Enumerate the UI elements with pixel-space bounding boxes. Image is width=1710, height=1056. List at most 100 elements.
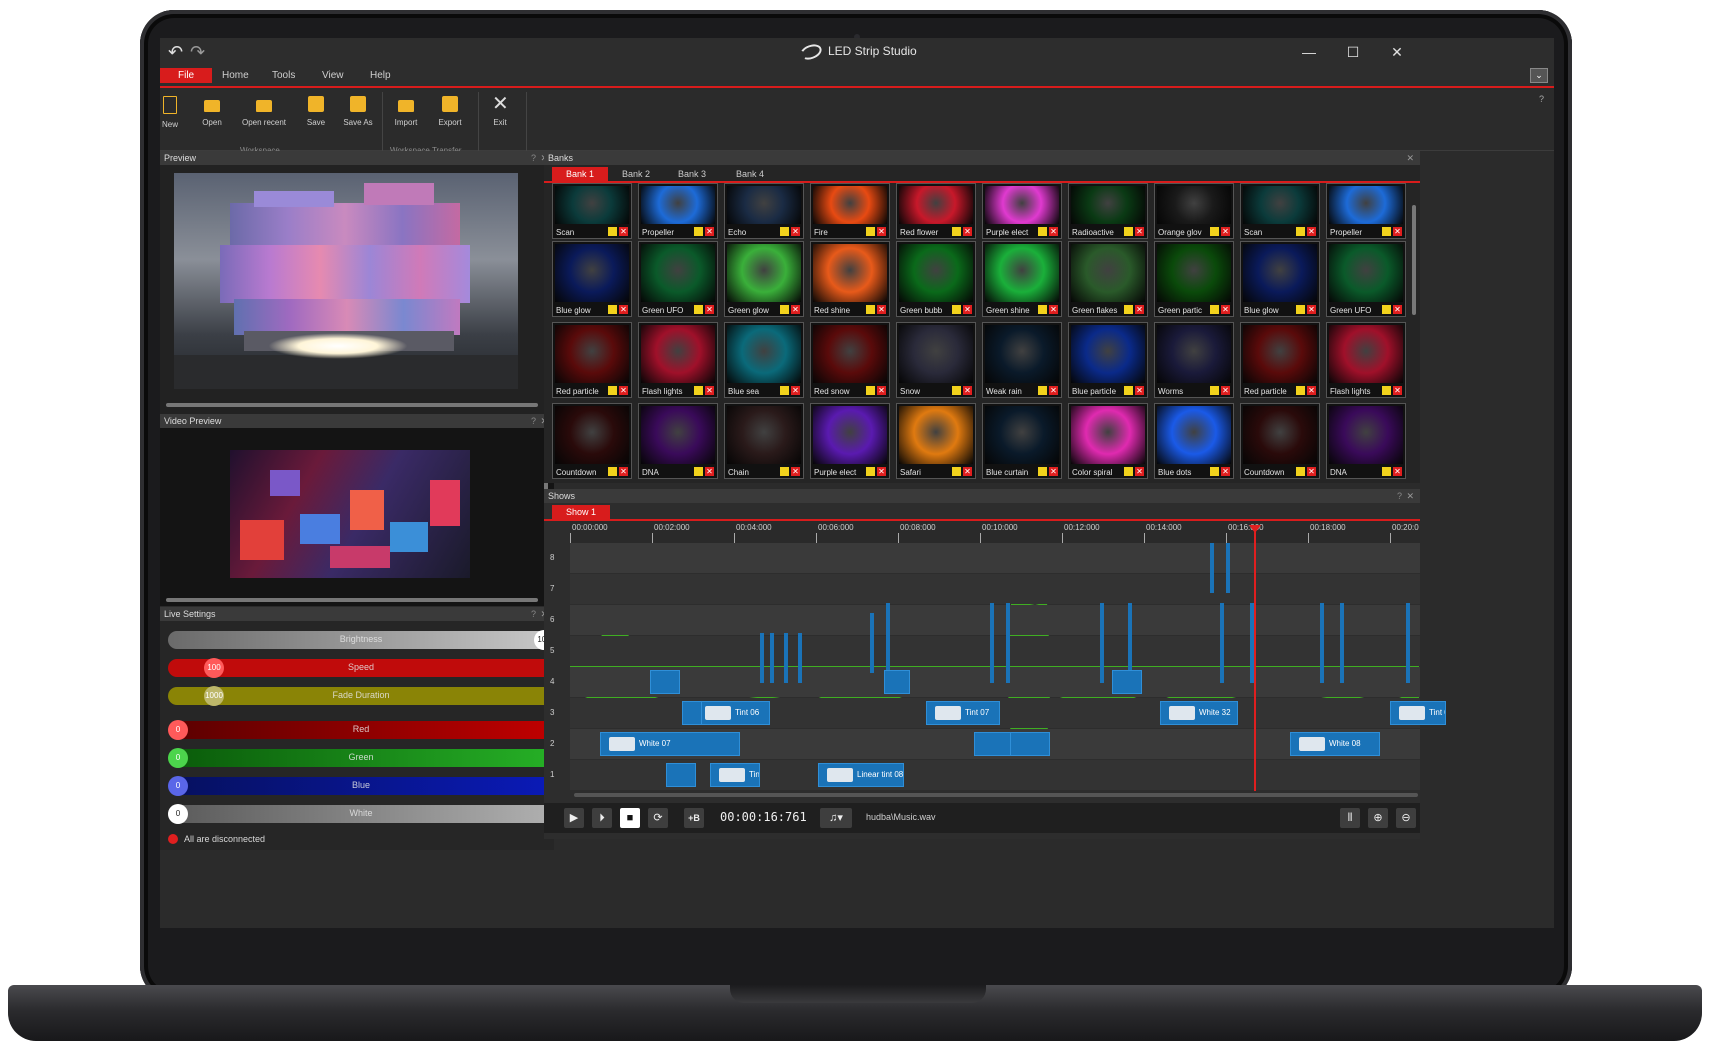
- effect-tile[interactable]: Radioactive ✕: [1068, 183, 1148, 239]
- delete-effect-icon[interactable]: ✕: [963, 386, 972, 395]
- delete-effect-icon[interactable]: ✕: [619, 467, 628, 476]
- timeline-ruler[interactable]: 00:00:000 00:02:000 00:04:000 00:06:000 00:0…: [570, 521, 1420, 544]
- timeline-track[interactable]: [570, 543, 1420, 573]
- timeline-clip[interactable]: Linear tint 08: [818, 763, 904, 787]
- timeline-clip[interactable]: [974, 732, 1014, 756]
- cue-marker[interactable]: [990, 603, 994, 683]
- timeline-clip[interactable]: [1112, 670, 1142, 694]
- delete-effect-icon[interactable]: ✕: [963, 467, 972, 476]
- delete-effect-icon[interactable]: ✕: [1307, 227, 1316, 236]
- stop-icon[interactable]: ■: [620, 808, 640, 828]
- delete-effect-icon[interactable]: ✕: [877, 386, 886, 395]
- delete-effect-icon[interactable]: ✕: [877, 467, 886, 476]
- edit-effect-icon[interactable]: [694, 467, 703, 476]
- effect-tile[interactable]: Red snow ✕: [810, 322, 890, 398]
- edit-effect-icon[interactable]: [866, 227, 875, 236]
- ribbon-collapse-button[interactable]: ⌄: [1530, 68, 1548, 83]
- cue-marker[interactable]: [886, 603, 890, 673]
- effect-tile[interactable]: Snow ✕: [896, 322, 976, 398]
- timeline-clip[interactable]: [1010, 732, 1050, 756]
- delete-effect-icon[interactable]: ✕: [705, 227, 714, 236]
- delete-effect-icon[interactable]: ✕: [1393, 227, 1402, 236]
- timeline-track[interactable]: [570, 760, 1420, 790]
- timeline-clip[interactable]: Tint 06: [696, 701, 770, 725]
- new-button[interactable]: New: [160, 96, 192, 129]
- tab-bank-4[interactable]: Bank 4: [722, 167, 778, 181]
- effect-tile[interactable]: Safari ✕: [896, 403, 976, 479]
- edit-effect-icon[interactable]: [694, 227, 703, 236]
- menu-view[interactable]: View: [316, 68, 350, 83]
- delete-effect-icon[interactable]: ✕: [877, 305, 886, 314]
- minimize-button[interactable]: —: [1294, 42, 1324, 62]
- delete-effect-icon[interactable]: ✕: [705, 305, 714, 314]
- effect-tile[interactable]: Blue glow ✕: [552, 241, 632, 317]
- close-window-button[interactable]: ✕: [1382, 42, 1412, 62]
- white-knob[interactable]: 0: [168, 804, 188, 824]
- timeline-clip[interactable]: [650, 670, 680, 694]
- tab-bank-3[interactable]: Bank 3: [664, 167, 720, 181]
- effect-tile[interactable]: Orange glov ✕: [1154, 183, 1234, 239]
- edit-effect-icon[interactable]: [1382, 386, 1391, 395]
- menu-home[interactable]: Home: [216, 68, 255, 83]
- delete-effect-icon[interactable]: ✕: [619, 386, 628, 395]
- edit-effect-icon[interactable]: [866, 467, 875, 476]
- effect-tile[interactable]: Propeller ✕: [1326, 183, 1406, 239]
- effect-tile[interactable]: Worms ✕: [1154, 322, 1234, 398]
- red-slider[interactable]: Red 0: [168, 720, 554, 740]
- delete-effect-icon[interactable]: ✕: [1393, 467, 1402, 476]
- open-button[interactable]: Open: [190, 96, 234, 127]
- delete-effect-icon[interactable]: ✕: [1221, 305, 1230, 314]
- columns-icon[interactable]: ⦀: [1340, 808, 1360, 828]
- effect-tile[interactable]: Scan ✕: [552, 183, 632, 239]
- edit-effect-icon[interactable]: [1210, 305, 1219, 314]
- cue-marker[interactable]: [1406, 603, 1410, 683]
- timeline-clip[interactable]: [666, 763, 696, 787]
- effect-tile[interactable]: Red particle ✕: [552, 322, 632, 398]
- edit-effect-icon[interactable]: [1296, 305, 1305, 314]
- delete-effect-icon[interactable]: ✕: [1135, 386, 1144, 395]
- delete-effect-icon[interactable]: ✕: [791, 305, 800, 314]
- pin-icon[interactable]: ?: [1397, 489, 1402, 503]
- effect-tile[interactable]: Red flower ✕: [896, 183, 976, 239]
- timeline-track[interactable]: [570, 574, 1420, 604]
- cue-marker[interactable]: [870, 613, 874, 673]
- delete-effect-icon[interactable]: ✕: [1221, 386, 1230, 395]
- playhead[interactable]: [1254, 527, 1256, 791]
- timeline-tracks[interactable]: 8 7 6 5 4 3 2 1 Tint 06 Tint 07 White 32 Tint 0 Whit…: [544, 543, 1446, 793]
- cue-marker[interactable]: [784, 633, 788, 683]
- effect-tile[interactable]: Green UFO ✕: [638, 241, 718, 317]
- edit-effect-icon[interactable]: [1296, 386, 1305, 395]
- cue-marker[interactable]: [1320, 603, 1324, 683]
- edit-effect-icon[interactable]: [1124, 386, 1133, 395]
- effect-tile[interactable]: Chain ✕: [724, 403, 804, 479]
- tab-show-1[interactable]: Show 1: [552, 505, 611, 519]
- ribbon-help-icon[interactable]: ?: [1539, 94, 1544, 104]
- undo-icon[interactable]: ↶: [168, 42, 183, 62]
- music-dropdown-icon[interactable]: ♫▾: [820, 808, 852, 828]
- effect-tile[interactable]: Blue particle ✕: [1068, 322, 1148, 398]
- edit-effect-icon[interactable]: [866, 386, 875, 395]
- effect-tile[interactable]: Fire ✕: [810, 183, 890, 239]
- delete-effect-icon[interactable]: ✕: [963, 305, 972, 314]
- delete-effect-icon[interactable]: ✕: [1393, 305, 1402, 314]
- import-button[interactable]: Import: [384, 96, 428, 127]
- edit-effect-icon[interactable]: [608, 305, 617, 314]
- delete-effect-icon[interactable]: ✕: [705, 467, 714, 476]
- blue-slider[interactable]: Blue 0: [168, 776, 554, 796]
- speed-slider[interactable]: Speed 100: [168, 658, 554, 678]
- effect-tile[interactable]: Blue glow ✕: [1240, 241, 1320, 317]
- edit-effect-icon[interactable]: [1382, 467, 1391, 476]
- edit-effect-icon[interactable]: [780, 305, 789, 314]
- cue-marker[interactable]: [1100, 603, 1104, 683]
- effect-tile[interactable]: Color spiral ✕: [1068, 403, 1148, 479]
- pin-icon[interactable]: ?: [531, 151, 536, 165]
- edit-effect-icon[interactable]: [1296, 467, 1305, 476]
- effect-tile[interactable]: Echo ✕: [724, 183, 804, 239]
- delete-effect-icon[interactable]: ✕: [963, 227, 972, 236]
- edit-effect-icon[interactable]: [1124, 467, 1133, 476]
- delete-effect-icon[interactable]: ✕: [877, 227, 886, 236]
- cue-marker[interactable]: [798, 633, 802, 683]
- video-scrollbar-h[interactable]: [166, 598, 538, 602]
- edit-effect-icon[interactable]: [694, 305, 703, 314]
- preview-scrollbar-h[interactable]: [166, 403, 538, 407]
